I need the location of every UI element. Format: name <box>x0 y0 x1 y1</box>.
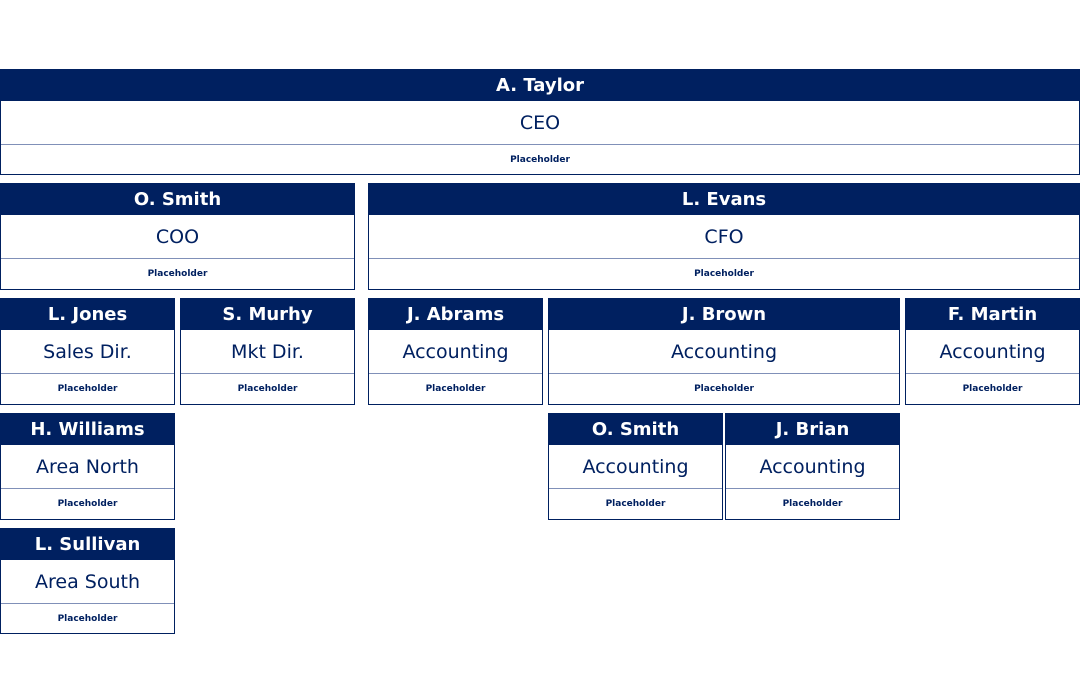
card-role: CFO <box>369 215 1079 259</box>
org-card: F. Martin Accounting Placeholder <box>905 298 1080 405</box>
org-card: J. Brown Accounting Placeholder <box>548 298 900 405</box>
card-name: O. Smith <box>1 184 354 215</box>
card-name: J. Brown <box>549 299 899 330</box>
card-role: Accounting <box>549 330 899 374</box>
card-note: Placeholder <box>147 269 208 279</box>
card-role: Mkt Dir. <box>181 330 354 374</box>
card-name: L. Jones <box>1 299 174 330</box>
card-role: Accounting <box>726 445 899 489</box>
card-note: Placeholder <box>605 499 666 509</box>
card-note: Placeholder <box>57 384 118 394</box>
org-card: O. Smith COO Placeholder <box>0 183 355 290</box>
org-card: O. Smith Accounting Placeholder <box>548 413 723 520</box>
card-note: Placeholder <box>782 499 843 509</box>
card-name: L. Sullivan <box>1 529 174 560</box>
card-note: Placeholder <box>510 154 570 165</box>
card-role: Accounting <box>549 445 722 489</box>
card-role: CEO <box>1 101 1079 145</box>
card-name: H. Williams <box>1 414 174 445</box>
card-note: Placeholder <box>694 269 754 279</box>
card-name: A. Taylor <box>1 70 1079 101</box>
card-name: O. Smith <box>549 414 722 445</box>
card-role: Accounting <box>369 330 542 374</box>
card-name: S. Murhy <box>181 299 354 330</box>
org-card: L. Sullivan Area South Placeholder <box>0 528 175 634</box>
org-card: J. Brian Accounting Placeholder <box>725 413 900 520</box>
org-card: H. Williams Area North Placeholder <box>0 413 175 520</box>
card-note: Placeholder <box>962 384 1023 394</box>
card-note: Placeholder <box>57 499 118 509</box>
card-role: Sales Dir. <box>1 330 174 374</box>
card-role: Area South <box>1 560 174 604</box>
org-card: J. Abrams Accounting Placeholder <box>368 298 543 405</box>
card-note: Placeholder <box>57 613 118 624</box>
card-note: Placeholder <box>694 384 754 394</box>
org-card: L. Jones Sales Dir. Placeholder <box>0 298 175 405</box>
card-role: Area North <box>1 445 174 489</box>
card-note: Placeholder <box>425 384 486 394</box>
card-role: Accounting <box>906 330 1079 374</box>
card-role: COO <box>1 215 354 259</box>
card-name: J. Abrams <box>369 299 542 330</box>
card-name: L. Evans <box>369 184 1079 215</box>
org-card: A. Taylor CEO Placeholder <box>0 69 1080 175</box>
card-name: F. Martin <box>906 299 1079 330</box>
org-card: L. Evans CFO Placeholder <box>368 183 1080 290</box>
org-card: S. Murhy Mkt Dir. Placeholder <box>180 298 355 405</box>
card-name: J. Brian <box>726 414 899 445</box>
card-note: Placeholder <box>237 384 298 394</box>
